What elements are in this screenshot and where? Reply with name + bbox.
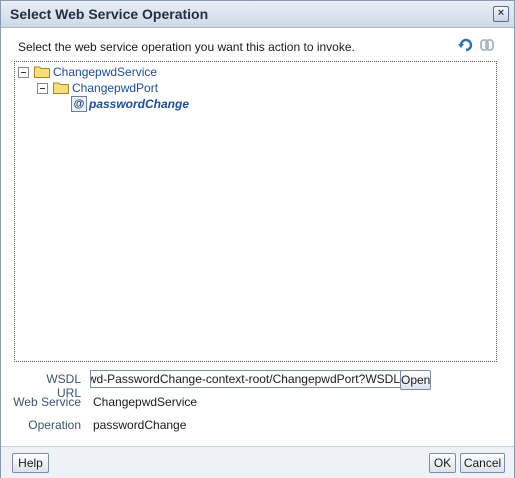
cancel-button[interactable]: Cancel xyxy=(460,453,505,473)
folder-icon xyxy=(53,82,69,94)
collapse-icon[interactable] xyxy=(37,83,48,94)
operation-icon: @ xyxy=(71,96,87,112)
help-button[interactable]: Help xyxy=(12,453,49,473)
tree-label-port: ChangepwdPort xyxy=(72,81,159,95)
wsdl-url-input[interactable]: ngepwd-PasswordChange-context-root/Chang… xyxy=(90,370,404,388)
refresh-icon[interactable] xyxy=(457,36,475,54)
link-icon[interactable] xyxy=(478,36,496,54)
dialog-footer: Help OK Cancel xyxy=(1,446,514,478)
collapse-icon[interactable] xyxy=(18,67,29,78)
dialog-title: Select Web Service Operation xyxy=(10,6,209,22)
operation-value: passwordChange xyxy=(93,418,187,432)
tree-node-service[interactable]: ChangepwdService xyxy=(18,64,218,80)
close-icon[interactable]: × xyxy=(493,6,509,22)
open-button[interactable]: Open xyxy=(400,370,431,390)
ok-button[interactable]: OK xyxy=(429,453,456,473)
tree-node-operation[interactable]: @ passwordChange xyxy=(71,96,271,112)
select-web-service-operation-dialog: Select Web Service Operation × Select th… xyxy=(0,0,515,478)
tree-label-service: ChangepwdService xyxy=(53,65,158,79)
tree-node-port[interactable]: ChangepwdPort xyxy=(37,80,237,96)
operation-tree[interactable]: ChangepwdService ChangepwdPort @ passwor… xyxy=(14,61,497,362)
operation-label: Operation xyxy=(28,418,81,432)
web-service-value: ChangepwdService xyxy=(93,395,198,409)
web-service-label: Web Service xyxy=(13,395,81,409)
tree-label-operation: passwordChange xyxy=(89,97,190,111)
instruction-text: Select the web service operation you wan… xyxy=(18,40,355,54)
title-bar[interactable]: Select Web Service Operation × xyxy=(1,1,514,28)
folder-icon xyxy=(34,66,50,78)
